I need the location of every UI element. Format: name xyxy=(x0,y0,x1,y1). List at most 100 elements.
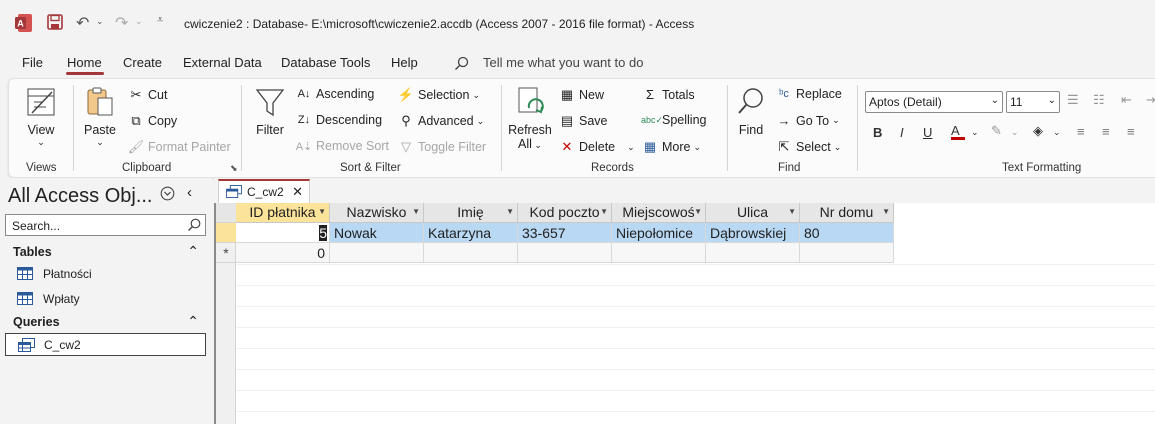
format-painter-button[interactable]: 🖌 Format Painter xyxy=(127,139,231,155)
cell-miejscowosc[interactable]: Niepołomice xyxy=(612,223,706,243)
tab-create[interactable]: Create xyxy=(123,55,162,70)
cell-kod-pocztowy[interactable]: 33-657 xyxy=(518,223,612,243)
redo-icon[interactable]: ↷ xyxy=(115,13,128,33)
remove-sort-button[interactable]: A⇣ Remove Sort xyxy=(295,139,389,153)
copy-button[interactable]: ⧉ Copy xyxy=(127,113,177,129)
totals-button[interactable]: Σ Totals xyxy=(641,87,695,102)
font-size-select[interactable]: 11 ⌄ xyxy=(1006,91,1060,113)
collapse-pane-icon[interactable]: ‹ xyxy=(187,184,192,201)
align-right-icon[interactable]: ≡ xyxy=(1127,124,1135,139)
select-button[interactable]: ⇱ Select ⌄ xyxy=(775,139,842,155)
separator xyxy=(241,85,242,171)
tab-database-tools[interactable]: Database Tools xyxy=(281,55,370,70)
clipboard-launcher-icon[interactable]: ⬊ xyxy=(230,163,238,174)
access-logo-icon: A xyxy=(15,13,33,33)
save-icon[interactable] xyxy=(47,14,63,33)
nav-item-query-c-cw2[interactable]: C_cw2 xyxy=(5,333,206,356)
record-selector-header[interactable] xyxy=(216,203,236,223)
redo-dropdown-icon[interactable]: ⌄ xyxy=(135,16,143,27)
column-filter-dropdown-icon[interactable]: ▼ xyxy=(412,207,420,216)
highlight-icon[interactable]: ✎ xyxy=(991,123,1002,139)
column-filter-dropdown-icon[interactable]: ▼ xyxy=(694,207,702,216)
bold-icon[interactable]: B xyxy=(873,125,882,140)
descending-button[interactable]: Z↓ Descending xyxy=(295,113,382,127)
column-header-nr-domu[interactable]: Nr domu ▼ xyxy=(800,203,894,223)
tab-file[interactable]: File xyxy=(22,55,43,70)
undo-icon[interactable]: ↶ xyxy=(76,13,89,33)
column-filter-dropdown-icon[interactable]: ▼ xyxy=(788,207,796,216)
column-header-nazwisko[interactable]: Nazwisko ▼ xyxy=(330,203,424,223)
tab-help[interactable]: Help xyxy=(391,55,418,70)
column-header-ulica[interactable]: Ulica ▼ xyxy=(706,203,800,223)
font-color-dropdown-icon[interactable]: ⌄ xyxy=(971,127,979,138)
align-left-icon[interactable]: ≡ xyxy=(1077,124,1085,139)
indent-decrease-icon[interactable]: ⇤ xyxy=(1121,92,1132,108)
tables-section-header[interactable]: Tables ⌃ xyxy=(5,242,207,262)
fill-color-icon[interactable]: ◈ xyxy=(1033,123,1043,139)
bullets-icon[interactable]: ☰ xyxy=(1067,92,1079,108)
collapse-up-icon[interactable]: ⌃ xyxy=(187,243,199,260)
cut-button[interactable]: ✂ Cut xyxy=(127,87,168,103)
toggle-filter-button[interactable]: ▽ Toggle Filter xyxy=(397,139,486,155)
column-filter-dropdown-icon[interactable]: ▼ xyxy=(506,207,514,216)
cell-imie[interactable]: Katarzyna xyxy=(424,223,518,243)
save-record-button[interactable]: ▤ Save xyxy=(558,113,608,129)
customize-qat-icon[interactable]: ⩡ xyxy=(157,14,163,27)
column-header-miejscowosc[interactable]: Miejscowoś ▼ xyxy=(612,203,706,223)
ascending-button[interactable]: A↓ Ascending xyxy=(295,87,375,101)
font-color-icon[interactable]: A xyxy=(951,123,965,140)
refresh-all-button[interactable]: Refresh All ⌄ xyxy=(508,86,552,151)
fill-color-dropdown-icon[interactable]: ⌄ xyxy=(1053,127,1061,138)
search-icon[interactable] xyxy=(187,218,201,235)
selection-button[interactable]: ⚡ Selection ⌄ xyxy=(397,87,480,103)
close-icon[interactable]: ✕ xyxy=(292,184,303,200)
filter-button[interactable]: Filter xyxy=(252,86,288,137)
undo-dropdown-icon[interactable]: ⌄ xyxy=(96,16,104,27)
nav-pane-title[interactable]: All Access Obj... xyxy=(8,185,153,208)
tell-me-input[interactable]: Tell me what you want to do xyxy=(483,55,643,70)
cell-nazwisko[interactable]: Nowak xyxy=(330,223,424,243)
collapse-up-icon[interactable]: ⌃ xyxy=(187,313,199,330)
paste-button[interactable]: Paste ⌄ xyxy=(81,86,119,148)
tab-external-data[interactable]: External Data xyxy=(183,55,262,70)
highlight-dropdown-icon[interactable]: ⌄ xyxy=(1011,127,1019,138)
column-header-imie[interactable]: Imię ▼ xyxy=(424,203,518,223)
nav-search-input[interactable]: Search... xyxy=(5,214,206,236)
advanced-filter-icon: ⚲ xyxy=(401,113,411,128)
nav-item-label: C_cw2 xyxy=(44,338,81,352)
font-family-select[interactable]: Aptos (Detail) ⌄ xyxy=(865,91,1003,113)
italic-icon[interactable]: I xyxy=(900,125,904,140)
replace-button[interactable]: ᵇc Replace xyxy=(775,87,842,101)
column-header-id-platnika[interactable]: ID płatnika ▼ xyxy=(236,203,330,223)
delete-record-button[interactable]: ✕ Delete ⌄ xyxy=(558,139,635,155)
more-button[interactable]: ▦ More ⌄ xyxy=(641,139,701,155)
document-tab-c-cw2[interactable]: C_cw2 ✕ xyxy=(218,179,310,203)
underline-icon[interactable]: U xyxy=(923,125,932,140)
indent-increase-icon[interactable]: ⇥ xyxy=(1146,92,1155,108)
nav-item-table-platnosci[interactable]: Płatności xyxy=(5,263,206,285)
tab-home[interactable]: Home xyxy=(67,55,102,70)
goto-button[interactable]: → Go To ⌄ xyxy=(775,113,840,128)
numbering-icon[interactable]: ☷ xyxy=(1093,92,1105,108)
queries-section-header[interactable]: Queries ⌃ xyxy=(5,312,207,332)
nav-search-placeholder: Search... xyxy=(12,219,61,233)
nav-item-table-wplaty[interactable]: Wpłaty xyxy=(5,288,206,310)
align-center-icon[interactable]: ≡ xyxy=(1102,124,1110,139)
advanced-button[interactable]: ⚲ Advanced ⌄ xyxy=(397,113,484,129)
search-icon[interactable] xyxy=(454,56,469,74)
find-button[interactable]: Find xyxy=(733,86,769,137)
record-selector-current[interactable] xyxy=(216,223,236,243)
spelling-button[interactable]: abc✓ Spelling xyxy=(641,113,706,127)
nav-menu-chevron-icon[interactable] xyxy=(160,186,175,204)
column-filter-dropdown-icon[interactable]: ▼ xyxy=(600,207,608,216)
cell-nr-domu[interactable]: 80 xyxy=(800,223,894,243)
column-filter-dropdown-icon[interactable]: ▼ xyxy=(318,207,326,216)
column-filter-dropdown-icon[interactable]: ▼ xyxy=(882,207,890,216)
record-selector-new[interactable]: * xyxy=(216,243,236,263)
cell-id-platnika[interactable]: 5 xyxy=(236,223,330,243)
cell-ulica[interactable]: Dąbrowskiej xyxy=(706,223,800,243)
view-button[interactable]: View ⌄ xyxy=(21,86,61,148)
new-record-button[interactable]: ▦ New xyxy=(558,87,604,103)
format-painter-label: Format Painter xyxy=(148,140,231,154)
column-header-kod-pocztowy[interactable]: Kod poczto ▼ xyxy=(518,203,612,223)
